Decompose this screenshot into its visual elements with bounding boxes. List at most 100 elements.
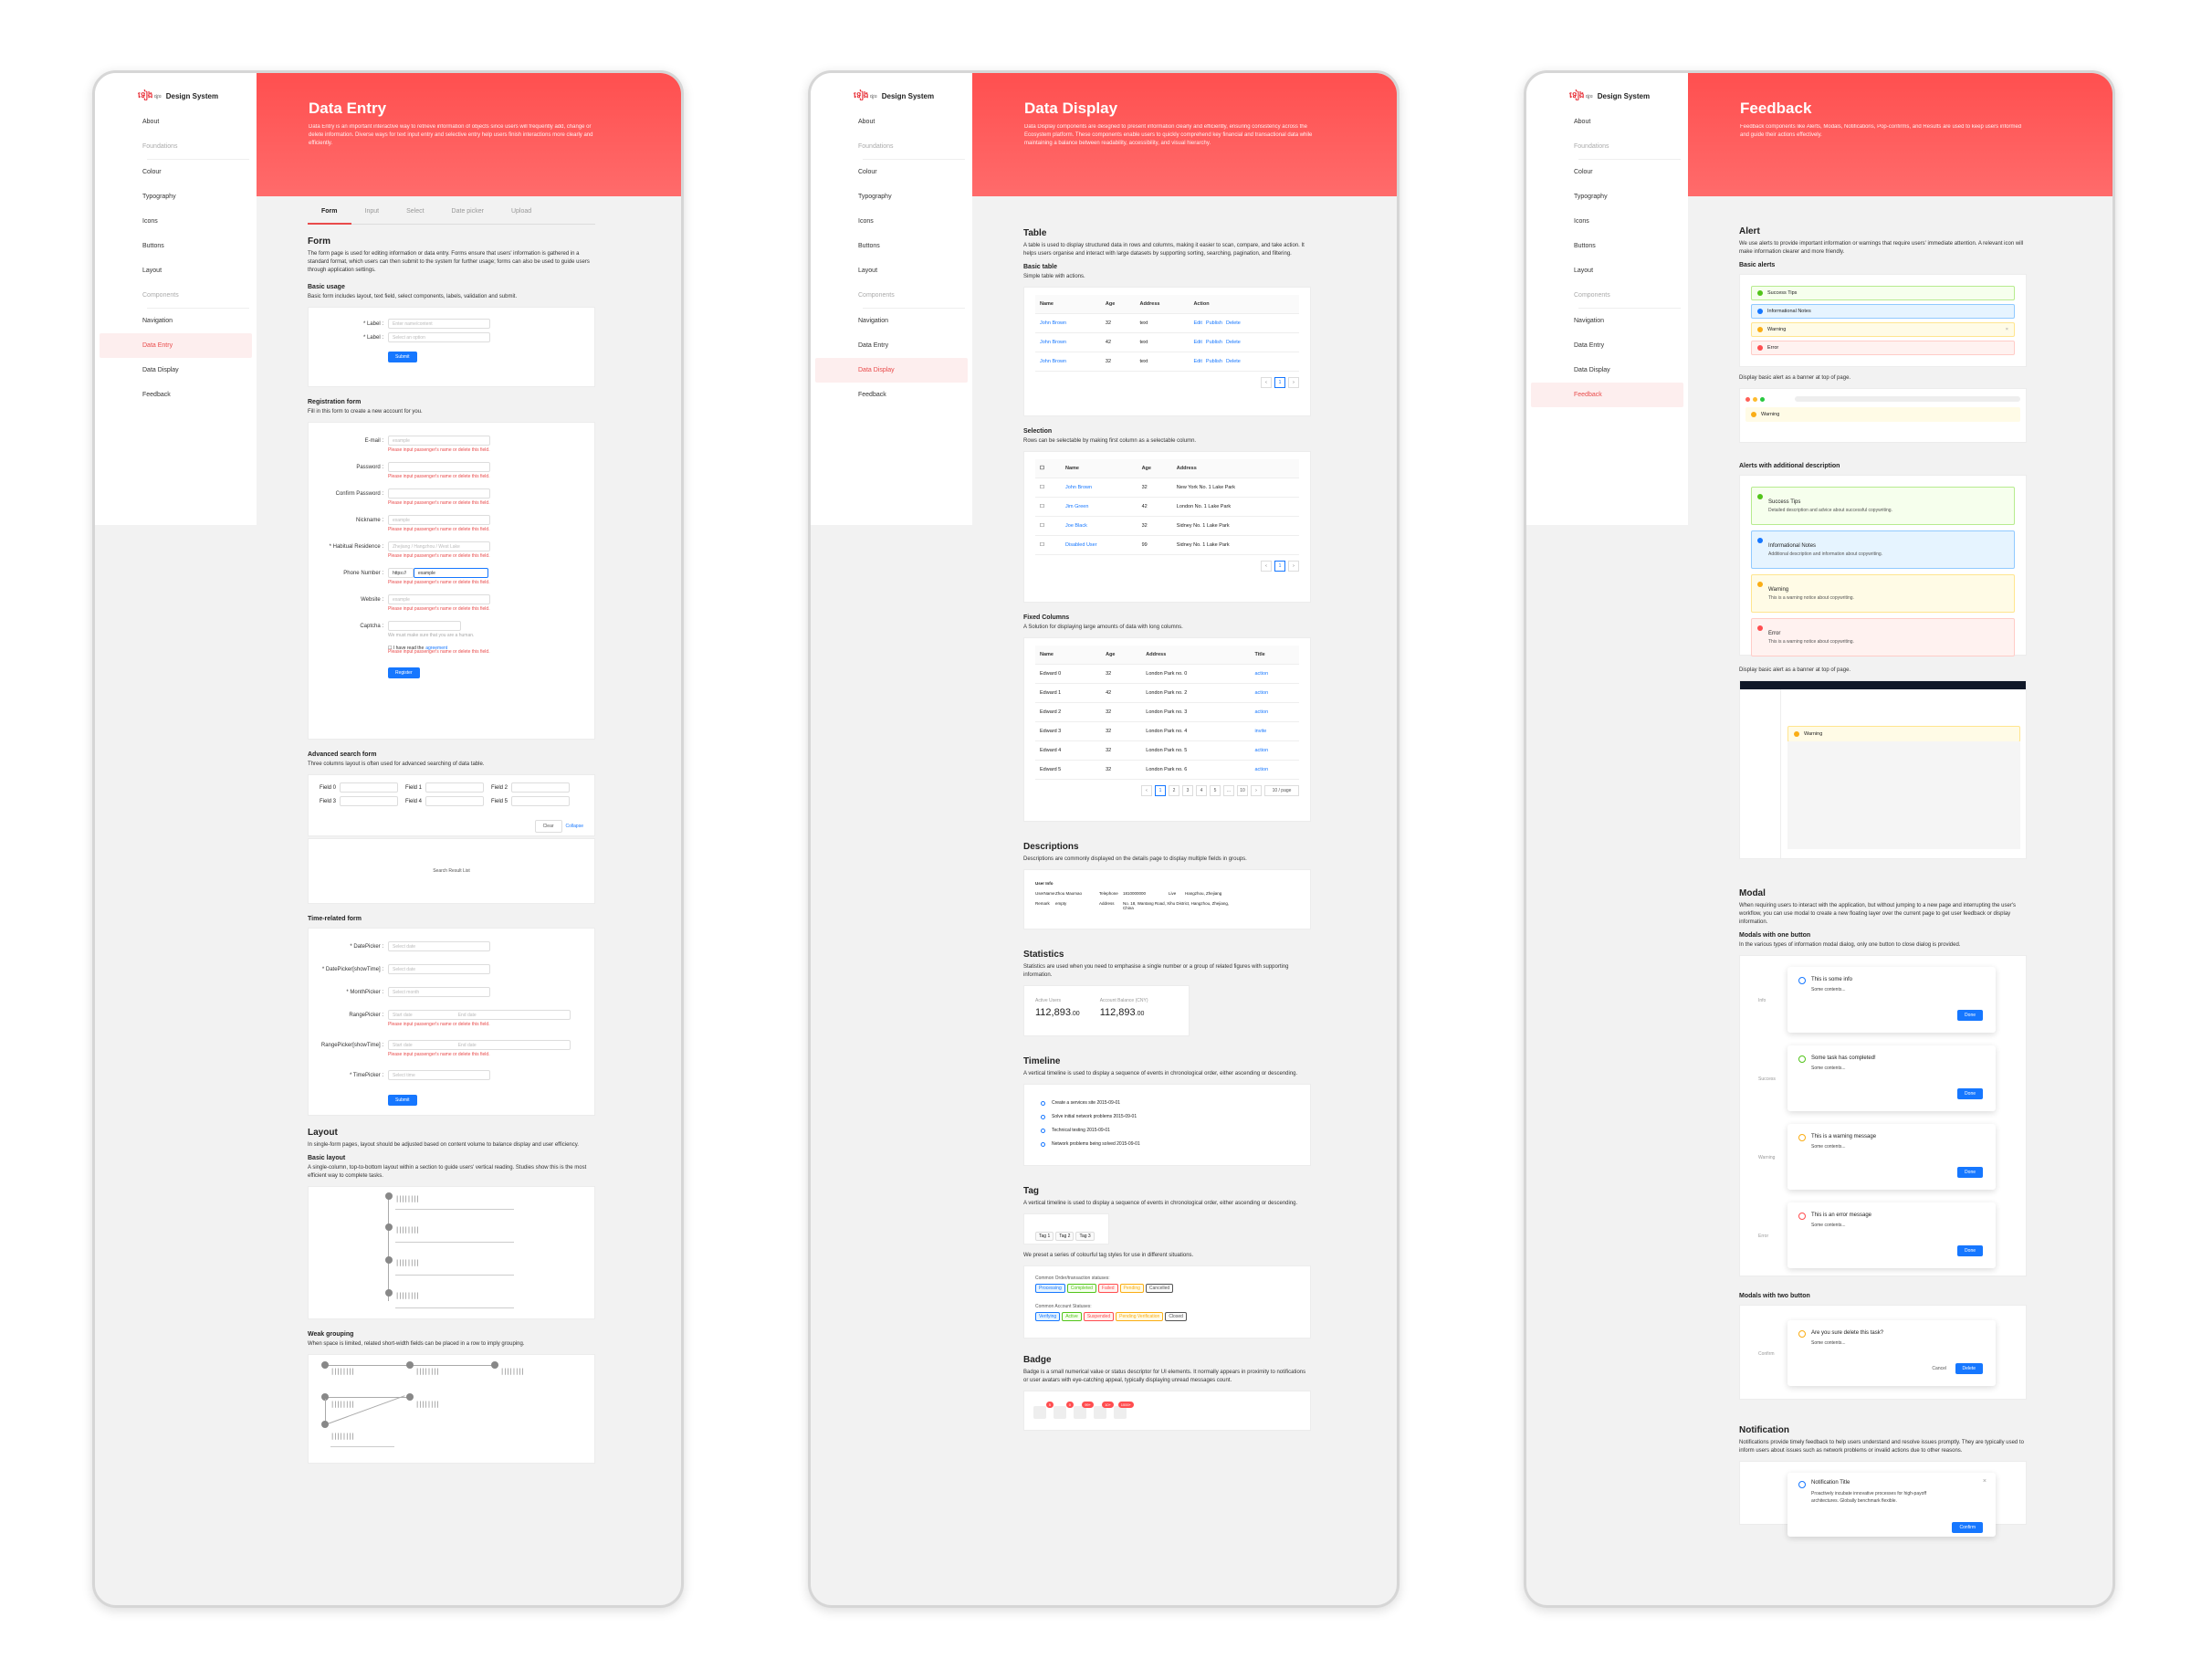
- action-link[interactable]: action: [1250, 740, 1299, 761]
- action-link[interactable]: action: [1250, 702, 1299, 722]
- sidebar-item-data-entry[interactable]: Data Entry: [1531, 333, 1683, 358]
- sidebar-item-about[interactable]: About: [100, 110, 252, 134]
- row-checkbox[interactable]: ☐: [1035, 497, 1062, 517]
- name-link[interactable]: Jim Green: [1061, 497, 1137, 517]
- collapse-link[interactable]: Collapse: [566, 824, 583, 829]
- done-button[interactable]: Done: [1957, 1167, 1983, 1178]
- text-input[interactable]: example: [388, 515, 490, 525]
- page-button[interactable]: 2: [1169, 785, 1179, 796]
- done-button[interactable]: Done: [1957, 1245, 1983, 1256]
- text-input[interactable]: example: [414, 568, 488, 578]
- name-link[interactable]: Joe Black: [1061, 516, 1137, 536]
- prev-page-button[interactable]: ‹: [1141, 785, 1152, 796]
- close-icon[interactable]: ×: [2006, 327, 2008, 332]
- tab-upload[interactable]: Upload: [498, 207, 545, 224]
- tab-select[interactable]: Select: [393, 207, 437, 224]
- delete-button[interactable]: Delete: [1955, 1363, 1983, 1374]
- register-button[interactable]: Register: [388, 667, 420, 678]
- done-button[interactable]: Done: [1957, 1088, 1983, 1099]
- page-button[interactable]: 5: [1210, 785, 1221, 796]
- sidebar-item-typography[interactable]: Typography: [100, 184, 252, 209]
- sidebar-item-colour[interactable]: Colour: [1531, 160, 1683, 184]
- text-input[interactable]: [340, 796, 398, 806]
- text-input[interactable]: [511, 782, 570, 793]
- text-input[interactable]: [388, 621, 461, 631]
- sidebar-item-layout[interactable]: Layout: [1531, 258, 1683, 283]
- sidebar-item-layout[interactable]: Layout: [100, 258, 252, 283]
- sidebar-item-feedback[interactable]: Feedback: [1531, 383, 1683, 407]
- text-input[interactable]: example: [388, 594, 490, 604]
- sidebar-item-navigation[interactable]: Navigation: [815, 309, 968, 333]
- date-input[interactable]: Select month: [388, 987, 490, 997]
- action-link-delete[interactable]: Delete: [1226, 320, 1241, 326]
- date-input[interactable]: Select time: [388, 1070, 490, 1080]
- page-button[interactable]: ...: [1223, 785, 1234, 796]
- sidebar-item-buttons[interactable]: Buttons: [1531, 234, 1683, 258]
- sidebar-item-data-display[interactable]: Data Display: [1531, 358, 1683, 383]
- tab-input[interactable]: Input: [351, 207, 393, 224]
- page-button[interactable]: 1: [1274, 377, 1285, 388]
- confirm-button[interactable]: Confirm: [1952, 1522, 1983, 1533]
- text-input[interactable]: Enter name/content: [388, 319, 490, 329]
- sidebar-item-navigation[interactable]: Navigation: [100, 309, 252, 333]
- name-link[interactable]: John Brown: [1035, 313, 1101, 333]
- action-link-publish[interactable]: Publish: [1206, 320, 1222, 326]
- page-size-select[interactable]: 10 / page: [1264, 785, 1299, 796]
- text-input[interactable]: [388, 462, 490, 472]
- sidebar-item-about[interactable]: About: [1531, 110, 1683, 134]
- submit-button[interactable]: Submit: [388, 1095, 417, 1106]
- name-link[interactable]: John Brown: [1035, 332, 1101, 352]
- tab-date-picker[interactable]: Date picker: [438, 207, 498, 224]
- sidebar-item-layout[interactable]: Layout: [815, 258, 968, 283]
- sidebar-item-colour[interactable]: Colour: [815, 160, 968, 184]
- text-input[interactable]: [388, 488, 490, 499]
- action-link-publish[interactable]: Publish: [1206, 340, 1222, 345]
- sidebar-item-data-entry[interactable]: Data Entry: [100, 333, 252, 358]
- text-input[interactable]: [340, 782, 398, 793]
- action-link[interactable]: action: [1250, 760, 1299, 780]
- next-page-button[interactable]: ›: [1288, 561, 1299, 572]
- action-link-delete[interactable]: Delete: [1226, 340, 1241, 345]
- text-input[interactable]: [511, 796, 570, 806]
- action-link-edit[interactable]: Edit: [1193, 340, 1201, 345]
- action-link-publish[interactable]: Publish: [1206, 359, 1222, 364]
- sidebar-item-navigation[interactable]: Navigation: [1531, 309, 1683, 333]
- text-input[interactable]: [425, 782, 484, 793]
- select-all-checkbox[interactable]: ☐: [1035, 459, 1062, 478]
- sidebar-item-data-display[interactable]: Data Display: [815, 358, 968, 383]
- text-input[interactable]: example: [388, 436, 490, 446]
- action-link[interactable]: action: [1250, 683, 1299, 703]
- page-button[interactable]: 10: [1237, 785, 1248, 796]
- sidebar-item-colour[interactable]: Colour: [100, 160, 252, 184]
- sidebar-item-buttons[interactable]: Buttons: [100, 234, 252, 258]
- next-page-button[interactable]: ›: [1288, 377, 1299, 388]
- name-link[interactable]: John Brown: [1061, 478, 1137, 498]
- tab-form[interactable]: Form: [308, 207, 351, 225]
- sidebar-item-data-entry[interactable]: Data Entry: [815, 333, 968, 358]
- done-button[interactable]: Done: [1957, 1010, 1983, 1021]
- page-button[interactable]: 1: [1155, 785, 1166, 796]
- sidebar-item-buttons[interactable]: Buttons: [815, 234, 968, 258]
- cancel-button[interactable]: Cancel: [1924, 1363, 1954, 1374]
- sidebar-item-icons[interactable]: Icons: [1531, 209, 1683, 234]
- sidebar-item-data-display[interactable]: Data Display: [100, 358, 252, 383]
- sidebar-item-typography[interactable]: Typography: [815, 184, 968, 209]
- page-button[interactable]: 1: [1274, 561, 1285, 572]
- name-link[interactable]: John Brown: [1035, 352, 1101, 372]
- row-checkbox[interactable]: ☐: [1035, 516, 1062, 536]
- select-input[interactable]: Select an option: [388, 332, 490, 342]
- prev-page-button[interactable]: ‹: [1261, 561, 1272, 572]
- name-link[interactable]: Disabled User: [1061, 535, 1137, 555]
- prev-page-button[interactable]: ‹: [1261, 377, 1272, 388]
- action-link-edit[interactable]: Edit: [1193, 320, 1201, 326]
- date-input[interactable]: Select date: [388, 964, 490, 974]
- text-input[interactable]: [425, 796, 484, 806]
- date-input[interactable]: Select date: [388, 941, 490, 951]
- action-link-edit[interactable]: Edit: [1193, 359, 1201, 364]
- url-prefix[interactable]: https://: [388, 568, 414, 578]
- action-link-delete[interactable]: Delete: [1226, 359, 1241, 364]
- action-link[interactable]: action: [1250, 664, 1299, 684]
- row-checkbox[interactable]: ☐: [1035, 478, 1062, 498]
- sidebar-item-about[interactable]: About: [815, 110, 968, 134]
- submit-button[interactable]: Submit: [388, 352, 417, 362]
